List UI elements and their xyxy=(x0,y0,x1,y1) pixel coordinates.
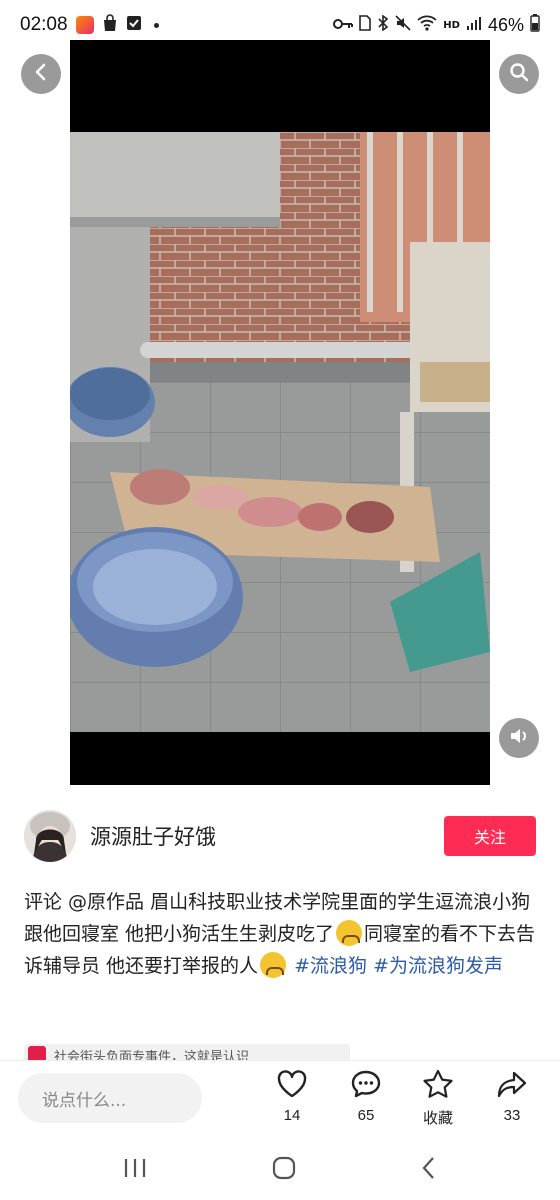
author-row: 源源肚子好饿 关注 xyxy=(24,808,536,864)
system-nav-bar xyxy=(0,1140,560,1200)
crying-face-emoji-icon xyxy=(260,952,287,978)
search-button[interactable] xyxy=(499,54,539,94)
key-icon xyxy=(333,16,354,34)
comment-count: 65 xyxy=(357,1107,375,1124)
photo-illustration xyxy=(70,132,490,732)
hashtag-speak-for-dogs[interactable]: #为流浪狗发声 xyxy=(373,955,503,977)
system-icons: HD 46% xyxy=(333,14,540,36)
app-notification-icon xyxy=(75,16,94,34)
home-button[interactable] xyxy=(271,1155,297,1185)
recent-apps-button[interactable] xyxy=(122,1157,148,1183)
back-button[interactable] xyxy=(21,54,61,94)
home-icon xyxy=(272,1156,296,1180)
battery-icon xyxy=(530,14,540,36)
bluetooth-icon xyxy=(377,14,389,35)
post-media[interactable] xyxy=(70,40,490,785)
like-count: 14 xyxy=(283,1107,301,1124)
back-chevron-icon xyxy=(422,1157,435,1179)
system-back-button[interactable] xyxy=(420,1156,438,1184)
status-time: 02:08 xyxy=(20,14,68,35)
heart-icon xyxy=(276,1069,308,1103)
follow-button[interactable]: 关注 xyxy=(444,816,536,856)
mute-icon xyxy=(395,15,411,35)
signal-icon xyxy=(466,15,482,35)
share-button[interactable]: 33 xyxy=(482,1069,542,1124)
favorite-label: 收藏 xyxy=(422,1110,453,1127)
post-photo xyxy=(70,132,490,732)
share-arrow-icon xyxy=(496,1069,528,1103)
notification-icons xyxy=(75,14,159,36)
search-icon xyxy=(509,62,529,86)
hashtag-stray-dog[interactable]: #流浪狗 xyxy=(294,955,367,977)
network-type: HD xyxy=(443,19,460,31)
sim-icon xyxy=(359,15,372,35)
checkbox-icon xyxy=(126,15,142,35)
author-name[interactable]: 源源肚子好饿 xyxy=(90,821,216,851)
post-description: 评论 @原作品 眉山科技职业技术学院里面的学生逗流浪小狗跟他回寝室 他把小狗活生… xyxy=(24,886,540,982)
sound-button[interactable] xyxy=(499,718,539,758)
speaker-icon xyxy=(509,727,529,749)
comment-bubble-icon xyxy=(350,1069,382,1103)
wifi-icon xyxy=(417,15,437,35)
chevron-left-icon xyxy=(32,63,50,85)
comment-input[interactable]: 说点什么... xyxy=(18,1073,202,1123)
like-button[interactable]: 14 xyxy=(262,1069,322,1124)
avatar[interactable] xyxy=(24,810,76,862)
dot-icon xyxy=(153,22,159,28)
crying-face-emoji-icon xyxy=(336,920,363,946)
recent-apps-icon xyxy=(124,1159,145,1177)
share-count: 33 xyxy=(503,1107,521,1124)
comment-button[interactable]: 65 xyxy=(336,1069,396,1124)
battery-percent: 46% xyxy=(487,14,524,35)
shopping-bag-icon xyxy=(102,14,118,36)
star-icon xyxy=(422,1069,454,1103)
favorite-button[interactable]: 收藏 xyxy=(408,1069,468,1128)
bottom-action-bar: 说点什么... 14 65 收藏 33 xyxy=(0,1060,560,1140)
